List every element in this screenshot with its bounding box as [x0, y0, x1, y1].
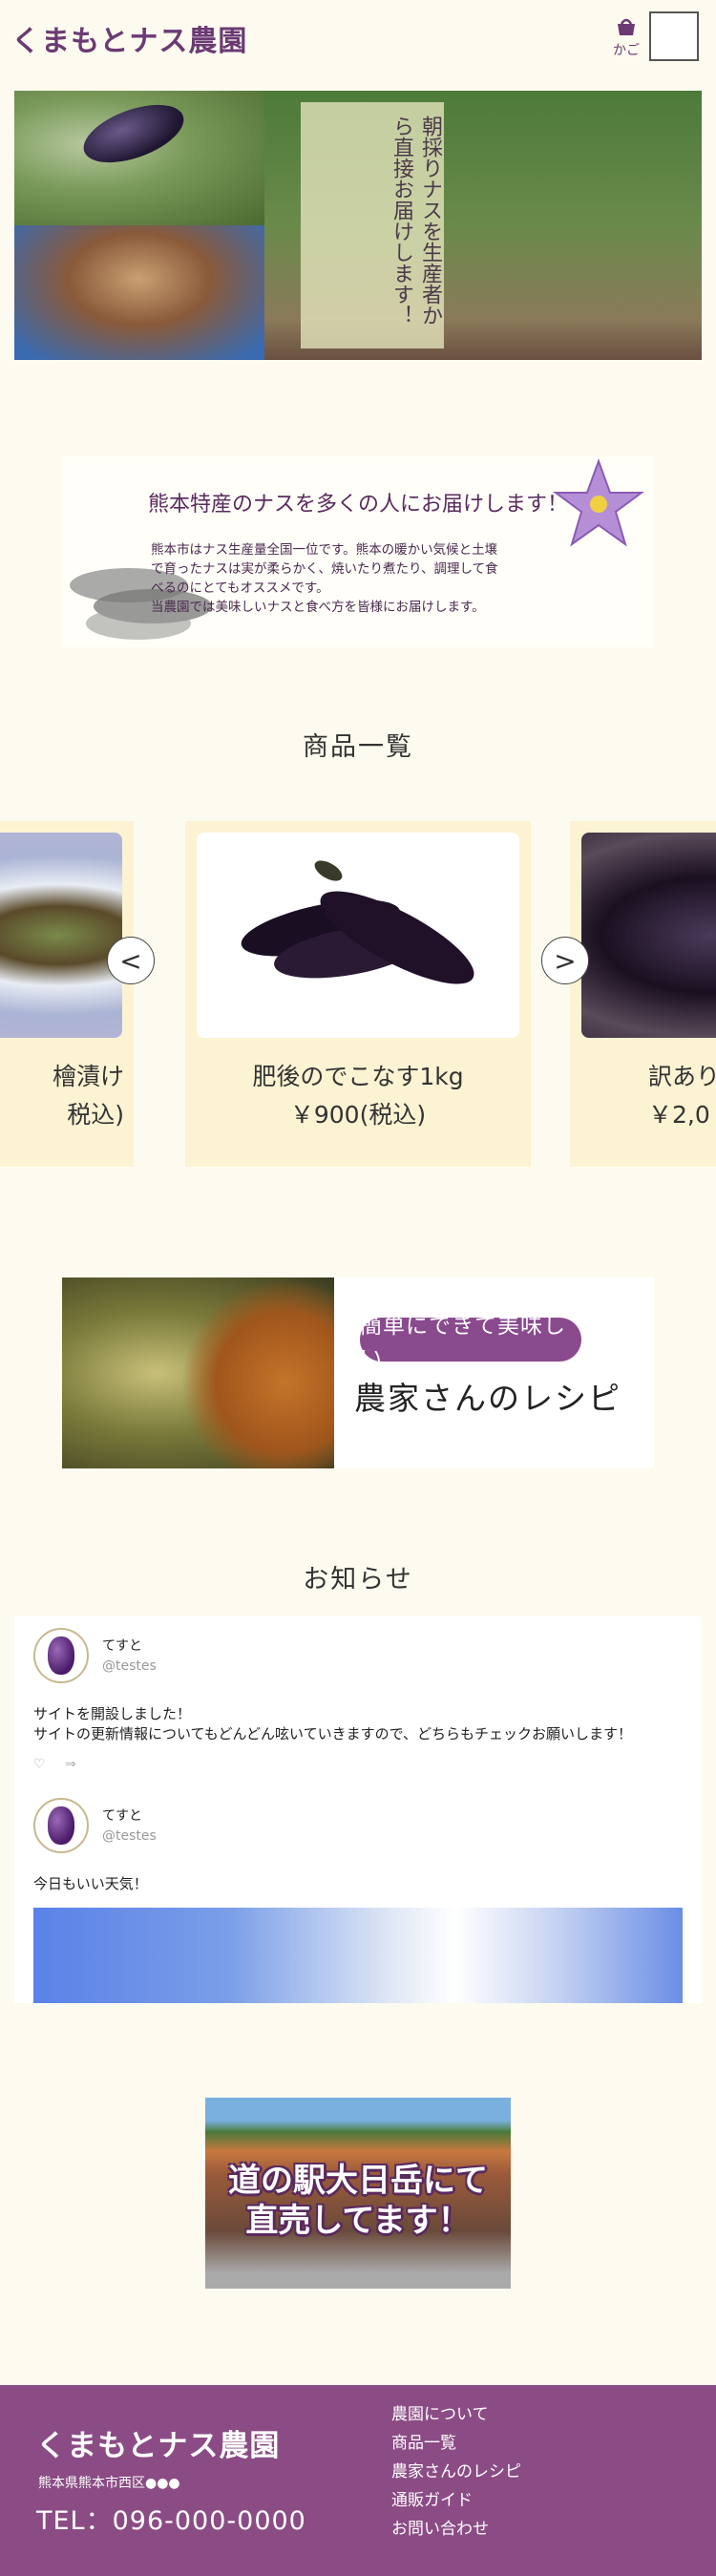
footer-nav-contact[interactable]: お問い合わせ [391, 2515, 678, 2544]
post-author-name[interactable]: てすと [102, 1805, 142, 1825]
avatar[interactable] [33, 1798, 89, 1853]
site-logo[interactable]: くまもとナス農園 [11, 17, 247, 59]
product-carousel: 檜漬け 税込) 肥後のでこなす1kg ￥900(税込) 訳あり ￥2,0 [0, 821, 716, 1167]
product-card[interactable]: 訳あり ￥2,0 [570, 821, 716, 1167]
chevron-left-icon: < [119, 944, 142, 977]
intro-section: 熊本特産のナスを多くの人にお届けします！ 熊本市はナス生産量全国一位です。熊本の… [62, 456, 654, 647]
eggplant-image [241, 860, 474, 984]
product-name: 檜漬け [52, 1063, 124, 1090]
post-text: 今日もいい天気！ [33, 1875, 148, 1892]
menu-button[interactable] [649, 11, 699, 61]
footer-nav-recipes[interactable]: 農家さんのレシピ [391, 2458, 678, 2486]
chevron-right-icon: > [554, 944, 577, 977]
post-text: サイトを開設しました！ サイトの更新情報についてもどんどん呟いていきますので、ど… [33, 1705, 633, 1742]
footer-tel[interactable]: TEL：096-000-0000 [36, 2500, 306, 2537]
avatar[interactable] [33, 1628, 89, 1683]
hero-image: 朝採りナスを生産者から直接お届けします！ [14, 91, 702, 360]
news-post: てすと @testes サイトを開設しました！ サイトの更新情報についてもどんど… [33, 1628, 683, 1781]
grilled-eggplant-photo [14, 225, 264, 360]
products-title: 商品一覧 [303, 732, 413, 762]
recipe-tagline: 簡単にできて美味しい [360, 1314, 581, 1371]
product-image [197, 833, 519, 1038]
post-author-handle: @testes [102, 1658, 157, 1674]
product-price: ￥2,0 [648, 1101, 710, 1129]
eggplant-icon [48, 1806, 74, 1845]
heart-icon[interactable]: ♡ [33, 1757, 46, 1772]
shopping-basket-icon [618, 18, 635, 35]
cart-label: かご [613, 43, 640, 58]
product-name: 訳あり [648, 1063, 716, 1090]
hero-banner-text: 朝採りナスを生産者から直接お届けします！ [390, 116, 442, 326]
news-title: お知らせ [303, 1565, 413, 1594]
eggplant-field-photo [14, 91, 264, 225]
share-icon[interactable]: ⇒ [65, 1757, 76, 1772]
product-image [581, 833, 716, 1038]
product-price: 税込) [67, 1101, 124, 1129]
roadside-station-banner[interactable]: 道の駅大日岳にて 直売してます！ [205, 2098, 511, 2289]
footer-nav: 農園について 商品一覧 農家さんのレシピ 通販ガイド お問い合わせ [391, 2400, 678, 2544]
product-image [0, 833, 122, 1038]
footer-nav-about[interactable]: 農園について [391, 2400, 678, 2429]
footer-logo[interactable]: くまもとナス農園 [36, 2421, 280, 2464]
eggplant-icon [48, 1636, 74, 1675]
footer-nav-products[interactable]: 商品一覧 [391, 2429, 678, 2458]
intro-title: 熊本特産のナスを多くの人にお届けします！ [147, 493, 568, 517]
footer-nav-shopping-guide[interactable]: 通販ガイド [391, 2486, 678, 2515]
product-card[interactable]: 肥後のでこなす1kg ￥900(税込) [185, 821, 531, 1167]
post-actions: ♡ ⇒ [33, 1757, 92, 1772]
carousel-next-button[interactable]: > [541, 937, 589, 984]
product-name: 肥後のでこなす1kg [252, 1063, 464, 1090]
cart-button[interactable]: かご [607, 15, 645, 59]
carousel-prev-button[interactable]: < [107, 937, 155, 984]
recipe-banner[interactable]: 簡単にできて美味しい 農家さんのレシピ [62, 1277, 654, 1468]
footer-address: 熊本県熊本市西区●●● [38, 2476, 180, 2491]
post-author-name[interactable]: てすと [102, 1636, 142, 1655]
intro-text: 熊本市はナス生産量全国一位です。熊本の暖かい気候と土壌 で育ったナスは実が柔らか… [151, 542, 498, 615]
sky-photo[interactable] [33, 1908, 683, 2003]
post-author-handle: @testes [102, 1828, 157, 1844]
hero-banner: 朝採りナスを生産者から直接お届けします！ [301, 102, 444, 348]
news-post: てすと @testes 今日もいい天気！ [33, 1798, 683, 1903]
recipe-photo [62, 1277, 334, 1468]
site-footer: くまもとナス農園 熊本県熊本市西区●●● TEL：096-000-0000 農園… [0, 2385, 716, 2576]
news-feed: てすと @testes サイトを開設しました！ サイトの更新情報についてもどんど… [14, 1616, 702, 2003]
site-header: くまもとナス農園 かご [0, 0, 716, 72]
station-banner-text: 道の駅大日岳にて 直売してます！ [228, 2162, 488, 2240]
recipe-title: 農家さんのレシピ [354, 1380, 621, 1417]
product-card[interactable]: 檜漬け 税込) [0, 821, 134, 1167]
product-price: ￥900(税込) [289, 1101, 427, 1129]
